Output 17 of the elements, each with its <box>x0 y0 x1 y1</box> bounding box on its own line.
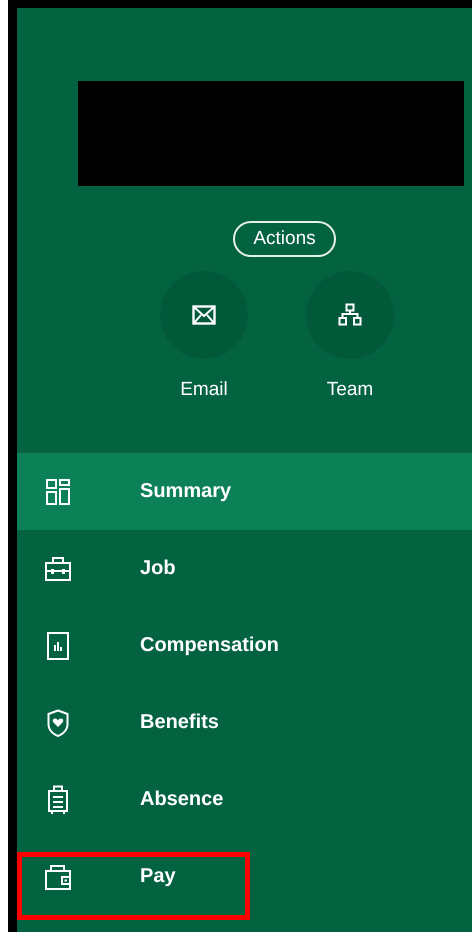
actions-button[interactable]: Actions <box>233 221 336 257</box>
shield-heart-icon <box>47 708 69 736</box>
menu-item[interactable]: Summary <box>17 453 472 530</box>
org-chart-icon <box>338 303 362 327</box>
briefcase-icon <box>45 556 71 580</box>
suitcase-icon <box>47 784 69 814</box>
menu-item[interactable]: Pay <box>17 838 472 915</box>
envelope-icon <box>192 305 216 325</box>
dashboard-icon <box>46 478 70 504</box>
link-label: Team <box>326 379 374 401</box>
link-label: Email <box>180 379 228 401</box>
wallet-icon <box>45 864 71 890</box>
menu-item[interactable]: Absence <box>17 761 472 838</box>
menu-item[interactable]: Compensation <box>17 607 472 684</box>
menu-item[interactable]: Benefits <box>17 684 472 761</box>
chart-document-icon <box>47 632 69 660</box>
menu-item[interactable]: Job <box>17 530 472 607</box>
